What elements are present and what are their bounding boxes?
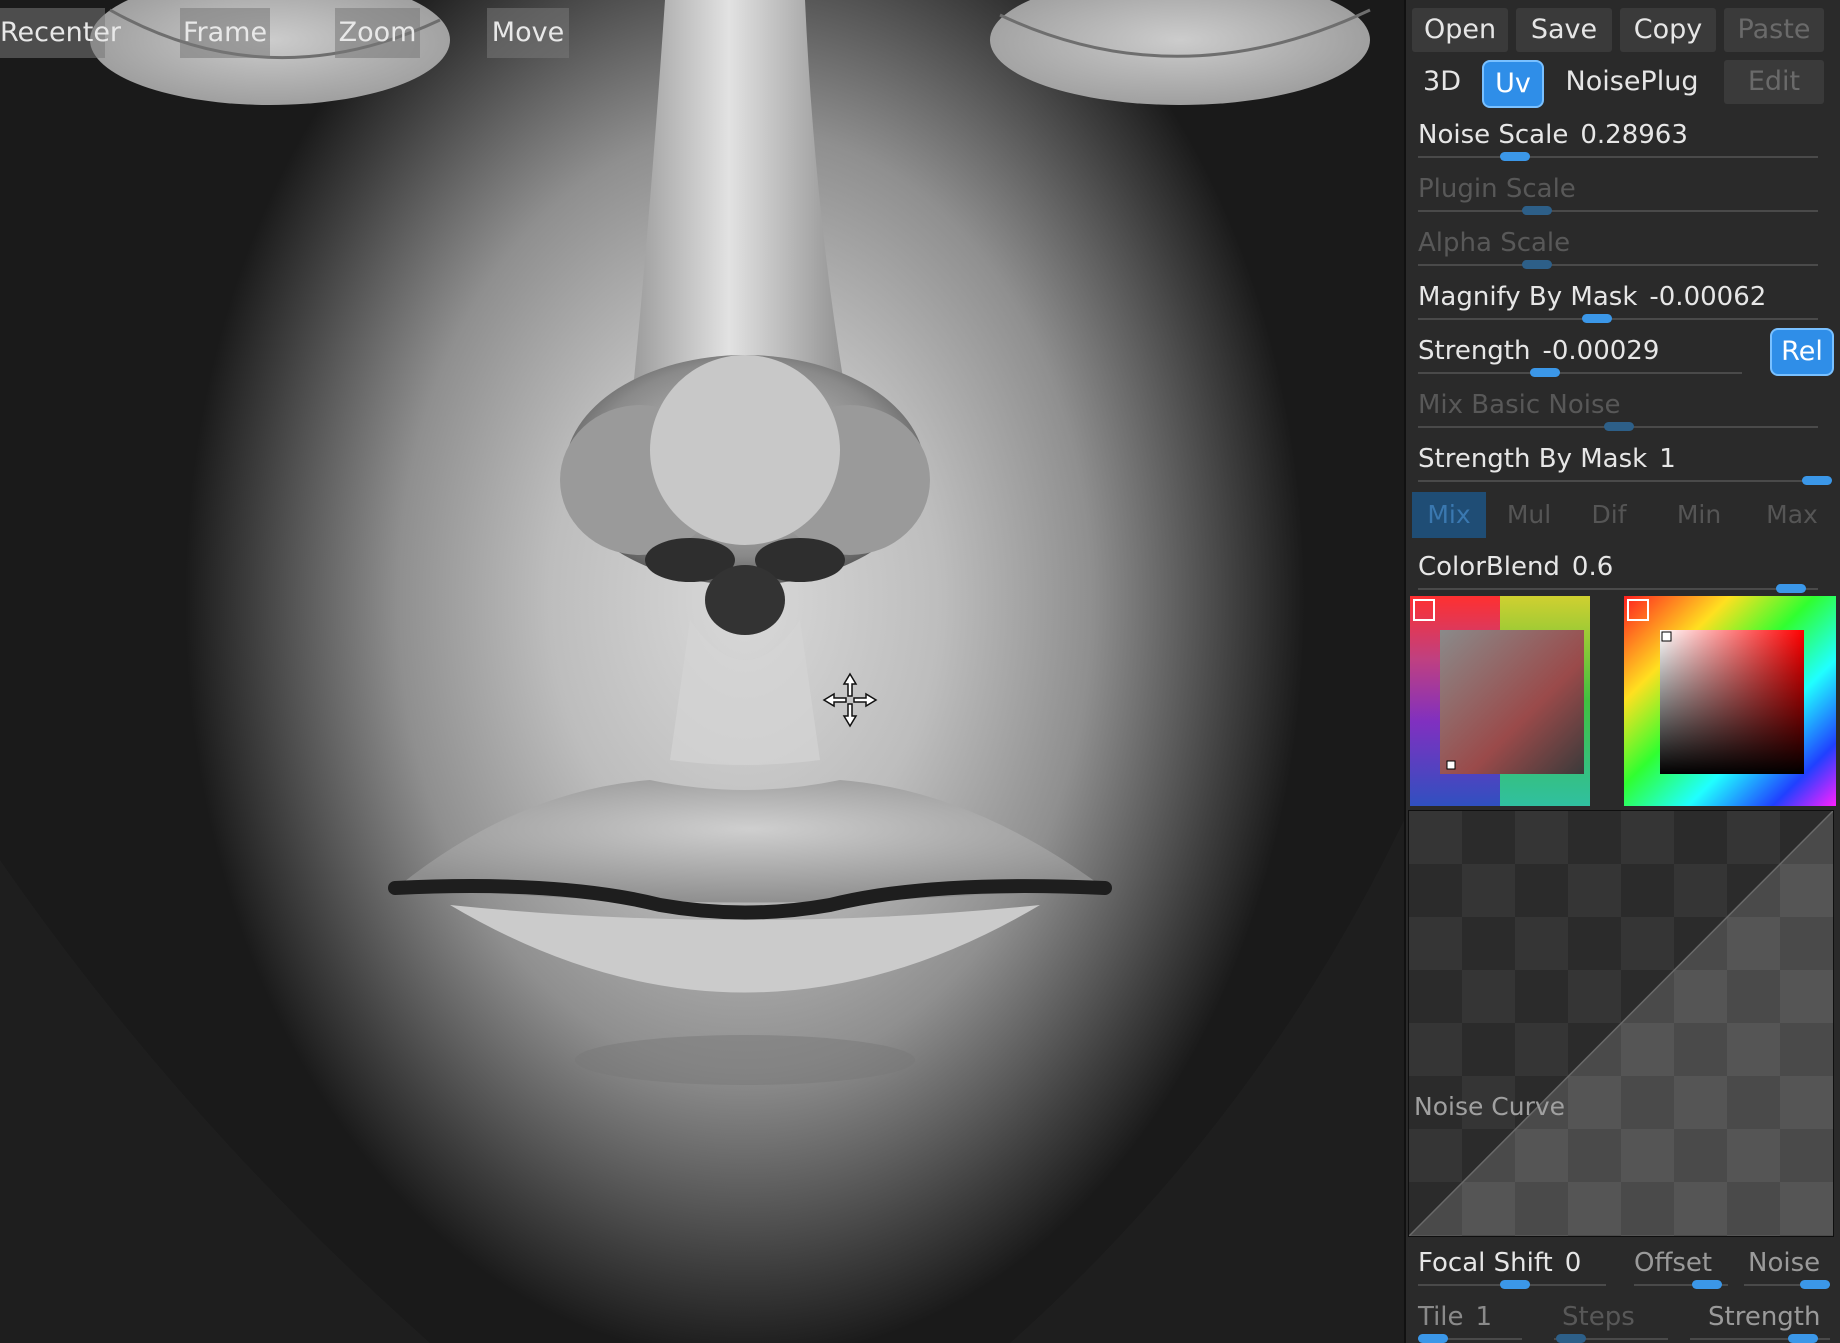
open-button[interactable]: Open [1412, 8, 1508, 52]
move-button[interactable]: Move [487, 8, 569, 58]
slider-track [1418, 318, 1818, 320]
strength-label: Strength [1418, 336, 1531, 366]
slider-knob[interactable] [1788, 1334, 1818, 1343]
focal-shift-slider[interactable]: Focal Shift 0 [1406, 1240, 1626, 1289]
colorblend-label: ColorBlend [1418, 552, 1560, 582]
slider-knob[interactable] [1776, 584, 1806, 593]
alpha-scale-slider[interactable]: Alpha Scale [1406, 220, 1840, 269]
3d-mode-button[interactable]: 3D [1412, 60, 1472, 104]
slider-track [1418, 264, 1818, 266]
blend-min-button[interactable]: Min [1652, 492, 1746, 538]
slider-knob[interactable] [1802, 476, 1832, 485]
magnify-by-mask-label: Magnify By Mask [1418, 282, 1638, 312]
slider-knob[interactable] [1692, 1280, 1722, 1289]
noise-scale-label: Noise Scale [1418, 120, 1569, 150]
strength-by-mask-label: Strength By Mask [1418, 444, 1648, 474]
strength-curve-slider[interactable]: Strength [1682, 1294, 1840, 1343]
steps-slider[interactable]: Steps [1546, 1294, 1676, 1343]
slider-knob[interactable] [1500, 1280, 1530, 1289]
blend-mix-button[interactable]: Mix [1412, 492, 1486, 538]
offset-slider[interactable]: Offset [1626, 1240, 1736, 1289]
slider-track [1418, 156, 1818, 158]
strength-curve-label: Strength [1708, 1302, 1821, 1332]
noise-scale-slider[interactable]: Noise Scale 0.28963 [1406, 112, 1840, 161]
noise-curve-label: Noise Curve [1414, 1092, 1566, 1121]
noise-label: Noise [1748, 1248, 1821, 1278]
tile-value: 1 [1475, 1302, 1493, 1332]
strength-by-mask-slider[interactable]: Strength By Mask 1 [1406, 436, 1840, 485]
blend-max-button[interactable]: Max [1750, 492, 1834, 538]
slider-knob[interactable] [1530, 368, 1560, 377]
slider-knob[interactable] [1604, 422, 1634, 431]
sculpted-face-render [0, 0, 1404, 1343]
slider-track [1418, 372, 1742, 374]
zoom-button[interactable]: Zoom [335, 8, 420, 58]
colorblend-value: 0.6 [1571, 552, 1614, 582]
focal-shift-label: Focal Shift [1418, 1248, 1553, 1278]
noise-scale-value: 0.28963 [1580, 120, 1688, 150]
main-color-picker[interactable] [1624, 596, 1836, 806]
plugin-scale-slider[interactable]: Plugin Scale [1406, 166, 1840, 215]
secondary-color-picker[interactable] [1410, 596, 1590, 806]
paste-button[interactable]: Paste [1724, 8, 1824, 52]
focal-shift-value: 0 [1564, 1248, 1582, 1278]
frame-button[interactable]: Frame [180, 8, 270, 58]
slider-knob[interactable] [1500, 152, 1530, 161]
blend-mul-button[interactable]: Mul [1492, 492, 1566, 538]
noise-curve-editor[interactable] [1408, 810, 1834, 1237]
slider-knob[interactable] [1800, 1280, 1830, 1289]
mix-basic-noise-label: Mix Basic Noise [1418, 390, 1621, 420]
plugin-scale-label: Plugin Scale [1418, 174, 1576, 204]
steps-label: Steps [1562, 1302, 1635, 1332]
blend-dif-button[interactable]: Dif [1572, 492, 1646, 538]
tile-label: Tile [1418, 1302, 1464, 1332]
move-cursor-icon [822, 672, 878, 728]
recenter-button[interactable]: Recenter [0, 8, 121, 58]
copy-button[interactable]: Copy [1620, 8, 1716, 52]
strength-value: -0.00029 [1542, 336, 1660, 366]
strength-slider[interactable]: Strength -0.00029 [1406, 328, 1766, 377]
slider-track [1418, 480, 1818, 482]
slider-knob[interactable] [1556, 1334, 1586, 1343]
mix-basic-noise-slider[interactable]: Mix Basic Noise [1406, 382, 1840, 431]
save-button[interactable]: Save [1516, 8, 1612, 52]
slider-track [1418, 588, 1818, 590]
slider-knob[interactable] [1582, 314, 1612, 323]
noiseplug-button[interactable]: NoisePlug [1552, 60, 1712, 104]
3d-viewport[interactable]: Recenter Frame Zoom Move [0, 0, 1404, 1343]
slider-knob[interactable] [1522, 260, 1552, 269]
tile-slider[interactable]: Tile 1 [1406, 1294, 1546, 1343]
magnify-by-mask-value: -0.00062 [1649, 282, 1767, 312]
edit-button[interactable]: Edit [1724, 60, 1824, 104]
rel-button[interactable]: Rel [1770, 328, 1834, 376]
uv-mode-button[interactable]: Uv [1482, 60, 1544, 108]
colorblend-slider[interactable]: ColorBlend 0.6 [1406, 544, 1840, 593]
slider-knob[interactable] [1522, 206, 1552, 215]
noise-slider[interactable]: Noise [1736, 1240, 1840, 1289]
strength-by-mask-value: 1 [1659, 444, 1676, 474]
magnify-by-mask-slider[interactable]: Magnify By Mask -0.00062 [1406, 274, 1840, 323]
alpha-scale-label: Alpha Scale [1418, 228, 1571, 258]
offset-label: Offset [1634, 1248, 1713, 1278]
slider-track [1418, 210, 1818, 212]
slider-knob[interactable] [1418, 1334, 1448, 1343]
